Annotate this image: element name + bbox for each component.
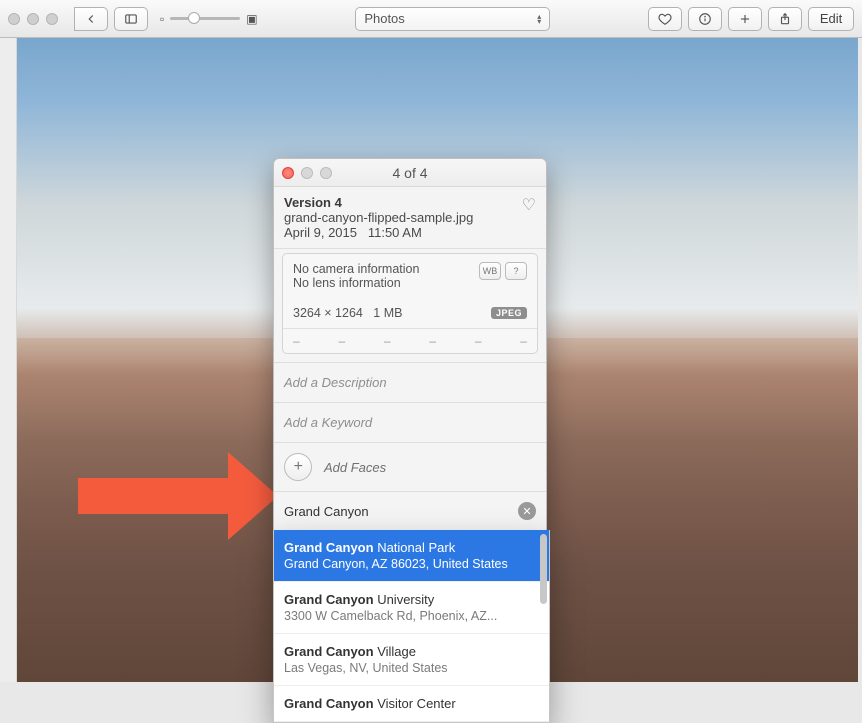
sidebar-toggle-button[interactable] [114,7,148,31]
edit-button[interactable]: Edit [808,7,854,31]
location-input[interactable] [284,504,518,519]
traffic-zoom[interactable] [46,13,58,25]
clear-location-button[interactable]: ✕ [518,502,536,520]
filename-text: grand-canyon-flipped-sample.jpg [284,210,473,225]
category-select[interactable]: Photos ▴▾ [355,7,550,31]
version-section: Version 4 grand-canyon-flipped-sample.jp… [274,187,546,249]
panel-traffic-lights [282,167,332,179]
help-button[interactable]: ? [505,262,527,280]
window-traffic-lights [8,13,58,25]
dimensions-text: 3264 × 1264 [293,306,363,320]
nav-back-forward [74,7,108,31]
right-tool-group: Edit [648,7,854,31]
date-text: April 9, 2015 [284,225,357,240]
window-titlebar: ▫ ▣ Photos ▴▾ Edit [0,0,862,38]
traffic-minimize[interactable] [27,13,39,25]
location-row: ✕ [274,492,546,530]
location-suggestion[interactable]: Grand Canyon Visitor Center [274,686,549,722]
chevron-updown-icon: ▴▾ [537,14,541,24]
traffic-close[interactable] [8,13,20,25]
share-button[interactable] [768,7,802,31]
panel-zoom-button[interactable] [320,167,332,179]
location-suggestion[interactable]: Grand Canyon National ParkGrand Canyon, … [274,530,549,582]
location-suggestion[interactable]: Grand Canyon VillageLas Vegas, NV, Unite… [274,634,549,686]
back-button[interactable] [74,7,108,31]
camera-info-text: No camera information [293,262,419,276]
version-label: Version 4 [284,195,342,210]
whitebalance-button[interactable]: WB [479,262,501,280]
category-label: Photos [364,11,404,26]
panel-title-text: 4 of 4 [392,165,427,181]
lens-info-text: No lens information [293,276,419,290]
panel-close-button[interactable] [282,167,294,179]
exif-dash-row: – – – – – – [283,328,537,353]
location-suggestions: Grand Canyon National ParkGrand Canyon, … [273,530,550,723]
filesize-text: 1 MB [373,306,402,320]
zoom-slider[interactable] [170,17,240,20]
keyword-field[interactable]: Add a Keyword [274,403,546,442]
time-text: 11:50 AM [368,225,422,240]
panel-titlebar[interactable]: 4 of 4 [274,159,546,187]
description-field[interactable]: Add a Description [274,363,546,402]
panel-minimize-button[interactable] [301,167,313,179]
add-button[interactable] [728,7,762,31]
favorite-button[interactable] [648,7,682,31]
zoom-slider-group: ▫ ▣ [160,12,258,26]
info-panel: 4 of 4 Version 4 grand-canyon-flipped-sa… [273,158,547,531]
location-suggestion[interactable]: Grand Canyon University3300 W Camelback … [274,582,549,634]
zoom-in-icon: ▣ [246,12,257,26]
annotation-arrow [78,452,278,540]
info-button[interactable] [688,7,722,31]
suggestions-scrollbar[interactable] [540,534,547,718]
left-gutter [0,38,17,682]
edit-button-label: Edit [820,11,842,26]
add-faces-label: Add Faces [324,460,386,475]
format-badge: JPEG [491,307,527,319]
metadata-box: No camera information No lens informatio… [282,253,538,354]
add-faces-plus-icon[interactable]: + [284,453,312,481]
zoom-out-icon: ▫ [160,12,164,26]
add-faces-row[interactable]: + Add Faces [274,443,546,491]
favorite-heart-icon[interactable]: ♡ [522,195,536,215]
